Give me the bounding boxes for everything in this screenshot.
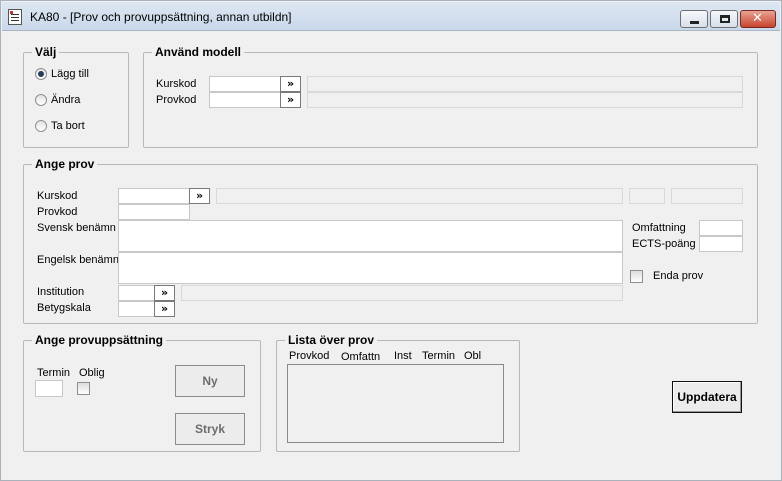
institution-label: Institution	[37, 286, 85, 298]
radio-andra-label[interactable]: Ändra	[51, 94, 80, 106]
enda-prov-label[interactable]: Enda prov	[653, 270, 703, 282]
betygskala-lookup-button[interactable]: »	[154, 301, 175, 317]
prov-kurskod-description	[216, 188, 623, 204]
lista-over-prov-legend: Lista över prov	[285, 333, 378, 347]
col-provkod: Provkod	[289, 350, 330, 362]
radio-lagg-till[interactable]	[35, 68, 47, 80]
maximize-button[interactable]	[710, 10, 738, 28]
title-bar: KA80 - [Prov och provuppsättning, annan …	[2, 2, 780, 31]
ange-provuppsattning-legend: Ange provuppsättning	[32, 333, 166, 347]
prov-listbox[interactable]	[287, 364, 504, 443]
radio-lagg-till-label[interactable]: Lägg till	[51, 68, 89, 80]
prov-kurskod-extra-2	[671, 188, 743, 204]
betygskala-label: Betygskala	[37, 302, 91, 314]
uppdatera-button[interactable]: Uppdatera	[672, 381, 742, 413]
radio-ta-bort[interactable]	[35, 120, 47, 132]
oblig-label: Oblig	[79, 367, 105, 379]
ny-button[interactable]: Ny	[175, 365, 245, 397]
modell-kurskod-input[interactable]	[209, 76, 281, 92]
close-button[interactable]: ✕	[740, 10, 776, 28]
modell-provkod-label: Provkod	[156, 94, 197, 106]
window-title: KA80 - [Prov och provuppsättning, annan …	[30, 10, 292, 24]
termin-label: Termin	[37, 367, 71, 379]
prov-kurskod-label: Kurskod	[37, 190, 78, 202]
svensk-benamn-label: Svensk benämn	[37, 222, 116, 234]
close-icon: ✕	[752, 11, 763, 26]
enda-prov-checkbox[interactable]	[630, 270, 643, 283]
ange-prov-legend: Ange prov	[32, 157, 98, 171]
omfattning-label: Omfattning	[632, 222, 686, 234]
radio-ta-bort-label[interactable]: Ta bort	[51, 120, 85, 132]
col-obl: Obl	[464, 350, 482, 362]
valj-legend: Välj	[32, 45, 60, 59]
betygskala-input[interactable]	[118, 301, 155, 317]
app-document-icon	[8, 9, 22, 25]
col-omfattn: Omfattn	[341, 351, 381, 363]
svensk-benamn-input[interactable]	[118, 220, 623, 252]
termin-input[interactable]	[35, 380, 63, 397]
minimize-button[interactable]	[680, 10, 708, 28]
modell-kurskod-lookup-button[interactable]: »	[280, 76, 301, 92]
prov-kurskod-extra-1	[629, 188, 665, 204]
radio-andra[interactable]	[35, 94, 47, 106]
ects-input[interactable]	[699, 236, 743, 252]
maximize-icon	[720, 15, 730, 23]
prov-kurskod-input[interactable]	[118, 188, 190, 204]
institution-lookup-button[interactable]: »	[154, 285, 175, 301]
ects-label: ECTS-poäng	[632, 238, 696, 250]
institution-input[interactable]	[118, 285, 155, 301]
prov-provkod-input[interactable]	[118, 204, 190, 220]
main-window: KA80 - [Prov och provuppsättning, annan …	[0, 0, 782, 481]
col-termin: Termin	[422, 350, 456, 362]
modell-kurskod-description	[307, 76, 743, 92]
modell-provkod-input[interactable]	[209, 92, 281, 108]
modell-provkod-description	[307, 92, 743, 108]
engelsk-benamn-input[interactable]	[118, 252, 623, 284]
oblig-checkbox[interactable]	[77, 382, 90, 395]
modell-kurskod-label: Kurskod	[156, 78, 197, 90]
institution-description	[181, 285, 623, 301]
col-inst: Inst	[394, 350, 412, 362]
minimize-icon	[690, 21, 699, 24]
engelsk-benamn-label: Engelsk benämn	[37, 254, 119, 266]
prov-provkod-label: Provkod	[37, 206, 78, 218]
prov-kurskod-lookup-button[interactable]: »	[189, 188, 210, 204]
omfattning-input[interactable]	[699, 220, 743, 236]
stryk-button[interactable]: Stryk	[175, 413, 245, 445]
anvand-modell-legend: Använd modell	[152, 45, 245, 59]
modell-provkod-lookup-button[interactable]: »	[280, 92, 301, 108]
